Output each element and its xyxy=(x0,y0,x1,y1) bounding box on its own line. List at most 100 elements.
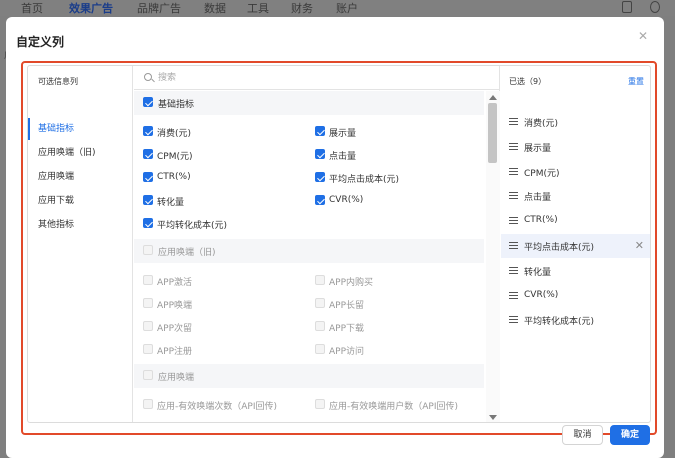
nav-item-account[interactable]: 账户 xyxy=(336,0,358,16)
checkbox[interactable] xyxy=(143,275,153,285)
nav-item-performance-ads[interactable]: 效果广告 xyxy=(69,0,113,16)
checkbox[interactable] xyxy=(315,126,325,136)
checkbox[interactable] xyxy=(143,195,153,205)
checkbox[interactable] xyxy=(315,321,325,331)
drag-handle-icon[interactable] xyxy=(509,267,518,274)
option-label: 平均转化成本(元) xyxy=(157,221,228,231)
search-icon xyxy=(144,73,152,81)
checkbox[interactable] xyxy=(315,298,325,308)
selected-item[interactable]: CTR(%) xyxy=(501,209,650,233)
checkbox[interactable] xyxy=(315,344,325,354)
column-picker-panel: 可选信息列 基础指标 应用唤端（旧) 应用唤端 应用下载 其他指标 基础指标 消… xyxy=(27,65,651,423)
checkbox[interactable] xyxy=(143,344,153,354)
category-app-wake-old[interactable]: 应用唤端（旧) xyxy=(28,142,132,164)
group-title: 应用唤端 xyxy=(158,373,195,383)
nav-item-brand-ads[interactable]: 品牌广告 xyxy=(137,0,181,16)
category-column: 可选信息列 基础指标 应用唤端（旧) 应用唤端 应用下载 其他指标 xyxy=(28,66,133,422)
option-label: APP激活 xyxy=(157,278,193,288)
remove-icon[interactable]: ✕ xyxy=(635,239,644,252)
drag-handle-icon[interactable] xyxy=(509,217,518,224)
checkbox[interactable] xyxy=(143,298,153,308)
reset-link[interactable]: 重置 xyxy=(628,76,644,87)
close-icon[interactable]: ✕ xyxy=(636,29,650,43)
option-label: 平均点击成本(元) xyxy=(329,175,400,185)
options-scrollbar[interactable] xyxy=(486,91,500,422)
selected-item[interactable]: 消费(元) xyxy=(501,110,650,134)
option-label: APP次留 xyxy=(157,324,193,334)
checkbox[interactable] xyxy=(315,195,325,205)
drag-handle-icon[interactable] xyxy=(509,242,518,249)
dialog-title: 自定义列 xyxy=(16,35,65,49)
option-label: CPM(元) xyxy=(157,152,193,162)
selected-item[interactable]: CPM(元) xyxy=(501,160,650,184)
options-column: 基础指标 消费(元) 展示量 CPM(元) 点击量 CTR(%) 平均点击成本(… xyxy=(134,66,500,422)
checkbox[interactable] xyxy=(315,399,325,409)
selected-item[interactable]: 平均转化成本(元) xyxy=(501,308,650,332)
cancel-button[interactable]: 取消 xyxy=(562,425,603,445)
selected-item[interactable]: 点击量 xyxy=(501,184,650,208)
user-icon[interactable] xyxy=(650,1,660,13)
option-label: CVR(%) xyxy=(329,195,364,205)
option-label: APP访问 xyxy=(329,347,365,357)
nav-item-home[interactable]: 首页 xyxy=(21,0,43,16)
search-input[interactable] xyxy=(158,69,458,87)
option-label: 展示量 xyxy=(329,129,357,139)
group-checkbox-basic[interactable] xyxy=(143,97,153,107)
drag-handle-icon[interactable] xyxy=(509,118,518,125)
category-other-metrics[interactable]: 其他指标 xyxy=(28,214,132,236)
drag-handle-icon[interactable] xyxy=(509,143,518,150)
selected-label: 消费(元) xyxy=(524,119,559,129)
option-label: APP注册 xyxy=(157,347,193,357)
phone-icon[interactable] xyxy=(622,1,632,13)
option-label: 消费(元) xyxy=(157,129,192,139)
nav-item-finance[interactable]: 财务 xyxy=(291,0,313,16)
selected-label: CTR(%) xyxy=(524,215,558,225)
category-app-download[interactable]: 应用下载 xyxy=(28,190,132,212)
scroll-down-icon[interactable] xyxy=(489,415,497,420)
checkbox[interactable] xyxy=(143,218,153,228)
option-label: 点击量 xyxy=(329,152,357,162)
group-checkbox-app-wake-old[interactable] xyxy=(143,245,153,255)
option-label: APP内购买 xyxy=(329,278,374,288)
checkbox[interactable] xyxy=(315,149,325,159)
scroll-up-icon[interactable] xyxy=(489,95,497,100)
group-title: 基础指标 xyxy=(158,100,195,110)
drag-handle-icon[interactable] xyxy=(509,292,518,299)
selected-item[interactable]: CVR(%) xyxy=(501,284,650,308)
selected-label: 平均转化成本(元) xyxy=(524,317,595,327)
checkbox[interactable] xyxy=(315,275,325,285)
group-header-app-wake[interactable]: 应用唤端 xyxy=(134,364,484,388)
scroll-thumb[interactable] xyxy=(488,103,497,163)
top-nav: 首页 效果广告 品牌广告 数据 工具 财务 账户 xyxy=(0,0,675,16)
nav-item-data[interactable]: 数据 xyxy=(204,0,226,16)
checkbox[interactable] xyxy=(143,172,153,182)
option-label: 应用-有效唤端次数（API回传) xyxy=(157,402,277,412)
confirm-button[interactable]: 确定 xyxy=(610,425,650,445)
group-header-app-wake-old[interactable]: 应用唤端（旧) xyxy=(134,239,484,263)
drag-handle-icon[interactable] xyxy=(509,316,518,323)
option-label: APP唤端 xyxy=(157,301,193,311)
selected-label: CVR(%) xyxy=(524,290,559,300)
custom-columns-dialog: 自定义列 ✕ 可选信息列 基础指标 应用唤端（旧) 应用唤端 应用下载 其他指标… xyxy=(6,17,664,458)
checkbox[interactable] xyxy=(143,149,153,159)
drag-handle-icon[interactable] xyxy=(509,168,518,175)
checkbox[interactable] xyxy=(315,172,325,182)
checkbox[interactable] xyxy=(143,126,153,136)
nav-item-tools[interactable]: 工具 xyxy=(247,0,269,16)
selected-label: 平均点击成本(元) xyxy=(524,243,595,253)
group-header-basic[interactable]: 基础指标 xyxy=(134,91,484,115)
group-checkbox-app-wake[interactable] xyxy=(143,370,153,380)
search-bar xyxy=(134,66,500,90)
selected-item[interactable]: 转化量 xyxy=(501,259,650,283)
selected-item[interactable]: 展示量 xyxy=(501,135,650,159)
selected-item-hovered[interactable]: 平均点击成本(元) ✕ xyxy=(501,234,650,258)
option-label: 转化量 xyxy=(157,198,185,208)
checkbox[interactable] xyxy=(143,321,153,331)
category-basic-metrics[interactable]: 基础指标 xyxy=(28,118,132,140)
selected-header: 已选（9） xyxy=(509,77,547,86)
drag-handle-icon[interactable] xyxy=(509,192,518,199)
options-list: 基础指标 消费(元) 展示量 CPM(元) 点击量 CTR(%) 平均点击成本(… xyxy=(134,91,484,422)
selected-label: 转化量 xyxy=(524,268,552,278)
checkbox[interactable] xyxy=(143,399,153,409)
category-app-wake[interactable]: 应用唤端 xyxy=(28,166,132,188)
